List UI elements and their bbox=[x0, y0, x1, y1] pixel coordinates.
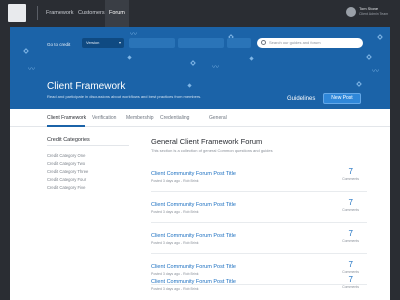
nav-item-customers[interactable]: Customers bbox=[78, 0, 105, 27]
comment-count: 7 bbox=[348, 275, 353, 284]
user-name: Tom Stone bbox=[359, 6, 379, 11]
squiggle-decoration-icon: 〰 bbox=[130, 31, 137, 38]
new-post-button[interactable]: New Post bbox=[323, 93, 361, 104]
comment-count: 7 bbox=[348, 260, 353, 269]
diamond-decoration-icon bbox=[187, 83, 192, 88]
sidebar-item[interactable]: Credit Category Five bbox=[47, 185, 85, 190]
tab-verification[interactable]: Verification bbox=[92, 115, 116, 121]
post-title[interactable]: Client Community Forum Post Title bbox=[151, 171, 236, 177]
sidebar-heading: Credit Categories bbox=[47, 137, 90, 143]
sidebar-item[interactable]: Credit Category Four bbox=[47, 177, 86, 182]
search-input[interactable]: Search our guides and forum bbox=[257, 38, 363, 48]
nav-item-framework[interactable]: Framework bbox=[46, 0, 74, 27]
post-meta: Posted 3 days ago - Rob Brink bbox=[151, 287, 199, 291]
diamond-decoration-icon bbox=[23, 48, 29, 54]
post-meta: Posted 3 days ago - Rob Brink bbox=[151, 210, 199, 214]
list-item[interactable]: Client Community Forum Post Title Posted… bbox=[151, 223, 367, 254]
forum-description: This section is a collection of general … bbox=[151, 148, 273, 153]
comment-count-label: Comments bbox=[342, 177, 359, 181]
go-button[interactable] bbox=[227, 38, 251, 48]
search-placeholder: Search our guides and forum bbox=[269, 40, 321, 45]
comment-count-label: Comments bbox=[342, 239, 359, 243]
tab-credentialing[interactable]: Credentialing bbox=[160, 115, 189, 121]
tab-general[interactable]: General bbox=[209, 115, 227, 121]
sidebar-item[interactable]: Credit Category One bbox=[47, 153, 85, 158]
filter-field[interactable] bbox=[178, 38, 224, 48]
nav-item-forum[interactable]: Forum bbox=[105, 0, 129, 27]
diamond-decoration-icon bbox=[249, 56, 254, 61]
squiggle-decoration-icon: 〰 bbox=[372, 68, 379, 75]
comment-count: 7 bbox=[348, 198, 353, 207]
tab-bar: Client Framework Verification Membership… bbox=[10, 109, 390, 127]
version-select[interactable]: Version ▾ bbox=[82, 38, 124, 48]
diamond-decoration-icon bbox=[356, 81, 362, 87]
comment-count-label: Comments bbox=[342, 285, 359, 289]
post-title[interactable]: Client Community Forum Post Title bbox=[151, 202, 236, 208]
user-subtitle: Client Admin Team bbox=[359, 12, 389, 16]
logo-icon[interactable] bbox=[8, 4, 26, 22]
goto-label: Go to credit bbox=[47, 42, 71, 47]
page-title: Client Framework bbox=[47, 81, 126, 92]
forum-title: General Client Framework Forum bbox=[151, 137, 263, 146]
user-menu[interactable]: Tom Stone Client Admin Team bbox=[346, 6, 392, 22]
divider bbox=[47, 145, 129, 146]
post-meta: Posted 3 days ago - Rob Brink bbox=[151, 241, 199, 245]
list-item[interactable]: Client Community Forum Post Title Posted… bbox=[151, 161, 367, 192]
post-title[interactable]: Client Community Forum Post Title bbox=[151, 233, 236, 239]
diamond-decoration-icon bbox=[366, 54, 372, 60]
comment-count-label: Comments bbox=[342, 208, 359, 212]
diamond-decoration-icon bbox=[127, 55, 132, 60]
post-title[interactable]: Client Community Forum Post Title bbox=[151, 279, 236, 285]
top-nav: Framework Customers Forum Tom Stone Clie… bbox=[0, 0, 400, 27]
post-meta: Posted 3 days ago - Rob Brink bbox=[151, 179, 199, 183]
comment-count: 7 bbox=[348, 229, 353, 238]
search-icon bbox=[261, 40, 266, 45]
guidelines-link[interactable]: Guidelines bbox=[287, 96, 315, 102]
content-panel: Client Framework Verification Membership… bbox=[10, 109, 390, 300]
active-tab-indicator bbox=[47, 125, 85, 127]
squiggle-decoration-icon: 〰 bbox=[28, 66, 35, 73]
version-select-value: Version bbox=[86, 40, 100, 45]
chevron-down-icon: ▾ bbox=[118, 40, 121, 45]
avatar bbox=[346, 7, 356, 17]
diamond-decoration-icon bbox=[190, 60, 196, 66]
list-item[interactable]: Client Community Forum Post Title Posted… bbox=[151, 192, 367, 223]
list-item[interactable]: Client Community Forum Post Title Posted… bbox=[151, 269, 367, 300]
comment-count: 7 bbox=[348, 167, 353, 176]
hero-banner: 〰 〰 〰 〰 Go to credit Version ▾ Search ou… bbox=[10, 27, 390, 109]
filter-field[interactable] bbox=[129, 38, 175, 48]
sidebar-item[interactable]: Credit Category Three bbox=[47, 169, 88, 174]
tab-client-framework[interactable]: Client Framework bbox=[47, 115, 86, 121]
diamond-decoration-icon bbox=[377, 34, 383, 40]
page-subtitle: Read and participate in discussions abou… bbox=[47, 94, 202, 99]
squiggle-decoration-icon: 〰 bbox=[212, 64, 219, 71]
sidebar-item[interactable]: Credit Category Two bbox=[47, 161, 85, 166]
tab-membership[interactable]: Membership bbox=[126, 115, 154, 121]
nav-divider bbox=[37, 6, 38, 20]
